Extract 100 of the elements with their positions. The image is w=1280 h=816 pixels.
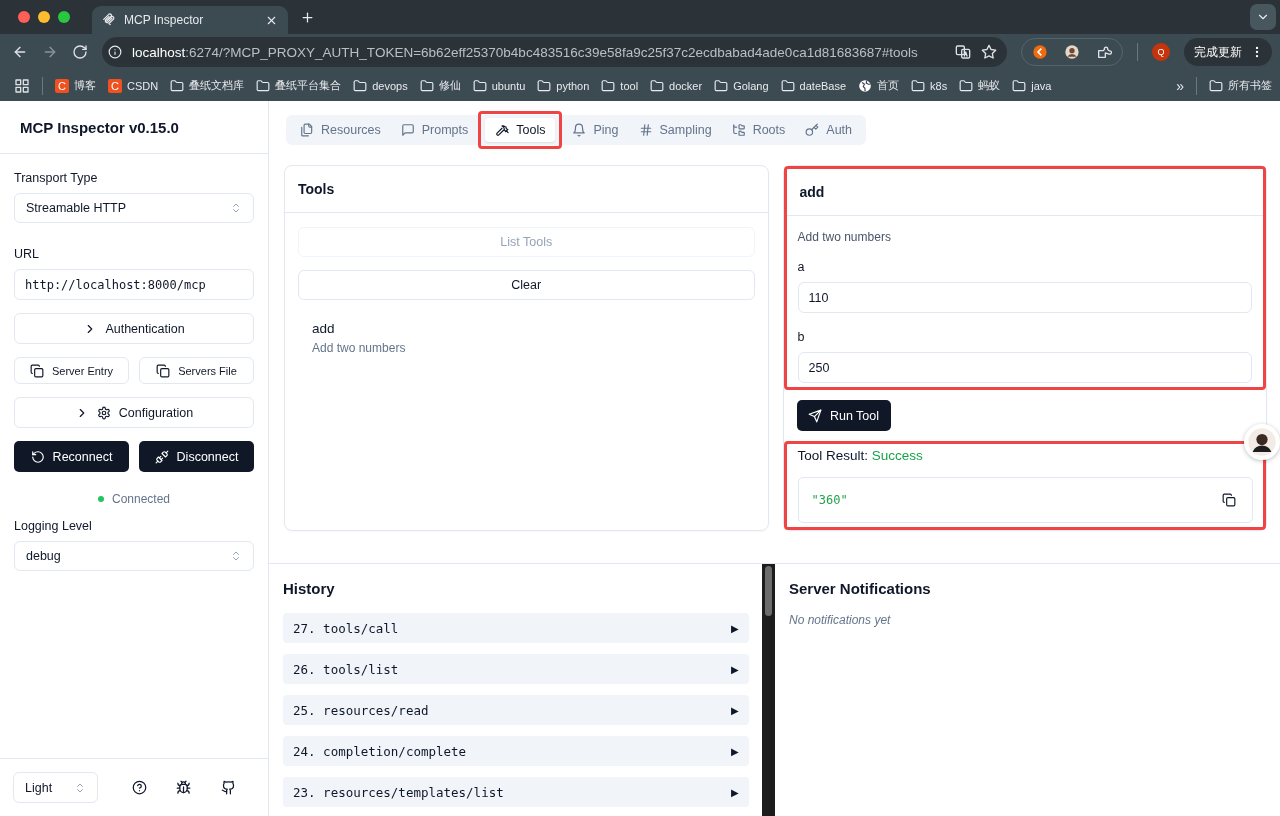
tab-menu-button[interactable]	[1250, 4, 1276, 30]
transport-select[interactable]: Streamable HTTP	[14, 193, 254, 223]
extension-icon[interactable]	[1032, 44, 1048, 60]
window-control[interactable]	[18, 11, 30, 23]
field-label: a	[797, 260, 806, 274]
tab[interactable]: Sampling	[628, 118, 722, 142]
empty-message: No notifications yet	[789, 613, 892, 627]
server-entry-button[interactable]: Server Entry	[14, 357, 129, 384]
browser-tab[interactable]: MCP Inspector	[92, 6, 288, 34]
bookmark[interactable]: python	[537, 78, 590, 93]
rotate-icon	[30, 449, 45, 464]
authentication-button[interactable]: Authentication	[14, 313, 254, 344]
avatar-icon[interactable]	[1064, 44, 1080, 60]
folder-icon	[650, 78, 665, 93]
hammer-icon	[495, 123, 510, 137]
update-button[interactable]: 完成更新	[1184, 38, 1272, 66]
scrollbar[interactable]	[762, 564, 775, 816]
new-tab-icon[interactable]	[300, 9, 315, 25]
tab[interactable]: Auth	[795, 118, 862, 142]
folder-icon	[537, 78, 552, 93]
bookmark[interactable]: docker	[650, 78, 703, 93]
history-item[interactable]: 23. resources/templates/list ▶	[283, 777, 749, 807]
bug-icon[interactable]	[176, 780, 192, 795]
folder-icon	[256, 78, 271, 93]
history-item[interactable]: 26. tools/list ▶	[283, 654, 749, 684]
translate-icon[interactable]	[955, 44, 971, 60]
bookmark[interactable]: k8s	[911, 78, 948, 93]
run-tool-button[interactable]: Run Tool	[796, 400, 891, 431]
info-icon[interactable]	[108, 45, 122, 59]
folder-icon	[959, 78, 974, 93]
chevrons-icon	[230, 550, 242, 562]
bookmark[interactable]: 蚂蚁	[959, 78, 1001, 93]
logging-select[interactable]: debug	[14, 541, 254, 571]
copy-icon	[29, 363, 44, 378]
bookmark[interactable]: 修仙	[419, 78, 461, 93]
reload-icon[interactable]	[72, 44, 88, 60]
number-field[interactable]: 250	[797, 352, 1252, 383]
logo-icon	[102, 13, 116, 27]
copy-icon	[156, 363, 171, 378]
configuration-button[interactable]: Configuration	[14, 397, 254, 428]
theme-select[interactable]: Light	[13, 772, 98, 803]
files-icon	[300, 123, 314, 137]
window-control[interactable]	[58, 11, 70, 23]
apps-icon[interactable]	[14, 77, 30, 94]
field-label: Transport Type	[14, 171, 99, 185]
history-item[interactable]: 25. resources/read ▶	[283, 695, 749, 725]
folder-icon	[472, 78, 487, 93]
folder-icon	[353, 78, 368, 93]
bookmark[interactable]: 叠纸文档库	[170, 78, 245, 93]
clear-button[interactable]: Clear	[298, 270, 755, 300]
bookmark[interactable]: java	[1012, 78, 1052, 93]
folder-icon	[170, 78, 185, 93]
bookmark[interactable]: Golang	[714, 78, 769, 93]
url-text: localhost:6274/?MCP_PROXY_AUTH_TOKEN=6b62eff25370b4bc483516c39e58fa9c25f37c2ecdbabad4ade0ca1d81683687#tools	[132, 44, 918, 60]
globe-icon	[858, 78, 873, 93]
tool-name[interactable]: add	[312, 321, 741, 336]
tab[interactable]: Prompts	[390, 118, 479, 142]
bookmark[interactable]: C CSDN	[108, 78, 159, 93]
tab[interactable]: Resources	[290, 118, 391, 142]
folder-icon	[714, 78, 729, 93]
folder-icon	[419, 78, 434, 93]
site-icon: C	[55, 78, 69, 93]
folder-icon	[1012, 78, 1027, 93]
back-icon[interactable]	[12, 44, 28, 60]
bookmark[interactable]: dateBase	[780, 78, 847, 93]
bell-icon	[572, 123, 587, 137]
star-icon[interactable]	[981, 44, 997, 60]
bookmark[interactable]: 叠纸平台集合	[256, 78, 342, 93]
disconnect-button[interactable]: Disconnect	[139, 441, 254, 472]
bookmark[interactable]: 首页	[858, 78, 900, 93]
bookmark[interactable]: C 博客	[55, 78, 96, 93]
tab[interactable]: Tools	[485, 118, 556, 142]
field-label: Logging Level	[14, 519, 93, 533]
tab[interactable]: Roots	[721, 118, 796, 142]
bookmark[interactable]: tool	[601, 78, 639, 93]
site-icon: C	[108, 78, 122, 93]
github-icon[interactable]	[220, 780, 236, 795]
message-icon	[400, 123, 415, 137]
forward-icon[interactable]	[42, 44, 58, 60]
status-text: Connected	[111, 492, 170, 506]
tab[interactable]: Ping	[562, 118, 629, 142]
profile-button[interactable]: Q	[1152, 43, 1170, 61]
settings-icon	[96, 405, 111, 420]
window-control[interactable]	[38, 11, 50, 23]
bookmark[interactable]: devops	[353, 78, 408, 93]
copy-icon[interactable]	[1222, 493, 1236, 507]
reconnect-button[interactable]: Reconnect	[14, 441, 129, 472]
unplug-icon	[154, 449, 169, 464]
bookmark[interactable]: 所有书签	[1209, 78, 1272, 93]
overflow-button[interactable]: »	[1176, 77, 1184, 94]
bookmark[interactable]: ubuntu	[472, 78, 526, 93]
history-item[interactable]: 24. completion/complete ▶	[283, 736, 749, 766]
number-field[interactable]: 110	[797, 282, 1252, 313]
url-field[interactable]: http://localhost:8000/mcp	[14, 269, 254, 300]
history-item[interactable]: 27. tools/call ▶	[283, 613, 749, 643]
result-value: "360"	[811, 493, 848, 507]
extensions-icon[interactable]	[1096, 44, 1112, 60]
address-bar[interactable]: localhost:6274/?MCP_PROXY_AUTH_TOKEN=6b62eff25370b4bc483516c39e58fa9c25f37c2ecdbabad4ade0ca1d81683687#tools	[102, 37, 1007, 67]
help-icon[interactable]	[131, 780, 147, 795]
servers-file-button[interactable]: Servers File	[139, 357, 254, 384]
